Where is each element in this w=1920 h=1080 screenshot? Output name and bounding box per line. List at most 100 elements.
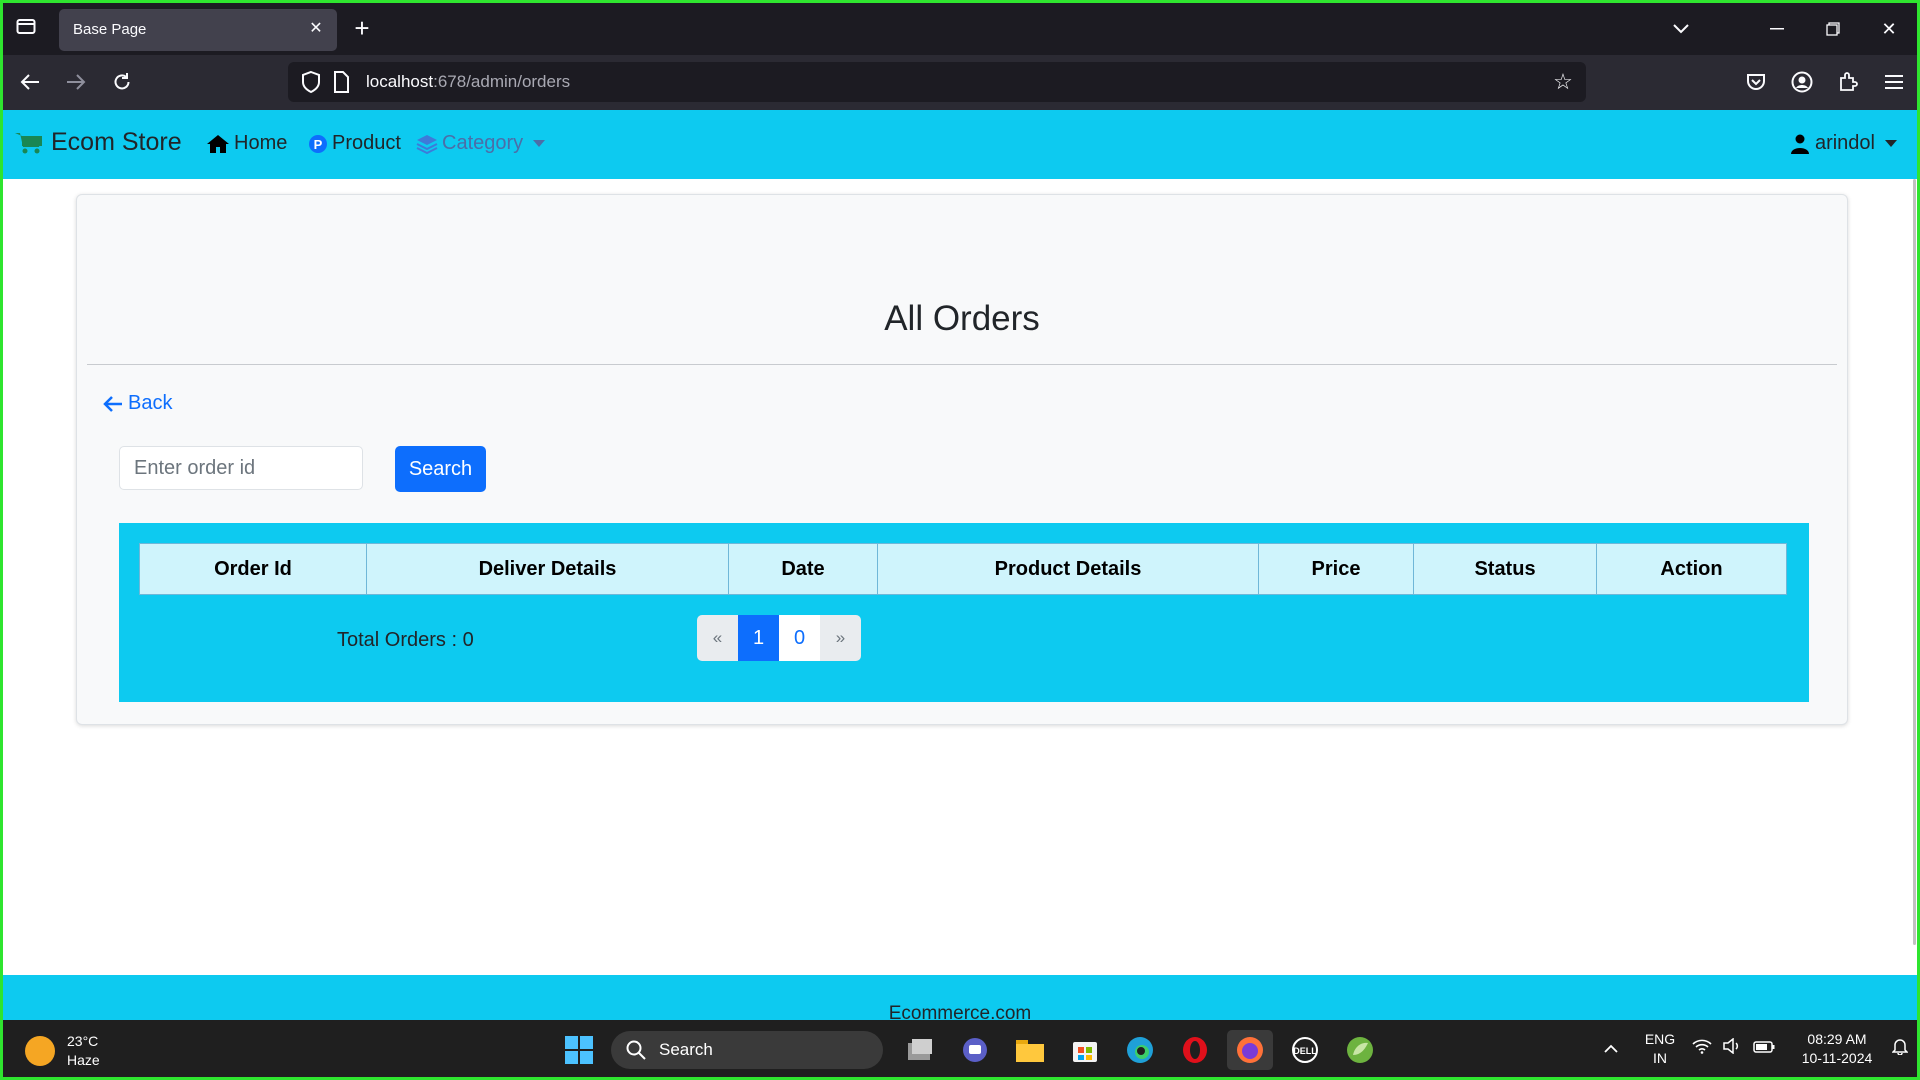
close-window-icon[interactable]: ✕	[1861, 3, 1917, 55]
extensions-icon[interactable]	[1825, 65, 1871, 99]
forward-arrow-icon[interactable]	[59, 65, 93, 99]
browser-toolbar: localhost:678/admin/orders ☆	[3, 55, 1917, 110]
layers-icon	[416, 134, 438, 154]
product-p-icon: P	[309, 134, 327, 153]
tab-list-icon[interactable]	[11, 15, 41, 43]
firefox-browser-icon[interactable]	[1227, 1030, 1273, 1070]
microsoft-store-icon[interactable]	[1062, 1030, 1108, 1070]
nav-home[interactable]: Home	[206, 132, 287, 155]
bookmark-star-icon[interactable]: ☆	[1550, 69, 1576, 95]
order-id-search-input[interactable]	[119, 446, 363, 490]
caret-down-icon	[1885, 140, 1897, 147]
svg-text:P: P	[314, 137, 323, 152]
col-status: Status	[1413, 543, 1597, 595]
date: 10-11-2024	[1801, 1049, 1873, 1066]
pagination-page[interactable]: 1	[738, 615, 779, 661]
reload-icon[interactable]	[105, 65, 139, 99]
close-tab-icon[interactable]: ✕	[305, 18, 327, 40]
taskbar-search-label: Search	[659, 1040, 713, 1059]
system-tray: ENG IN 08:29 AM 10-11-2024	[1589, 1020, 1917, 1077]
cart-icon	[15, 132, 42, 153]
menu-icon[interactable]	[1871, 65, 1917, 99]
nav-product-label: Product	[332, 132, 401, 154]
file-explorer-icon[interactable]	[1007, 1030, 1053, 1070]
spring-tool-icon[interactable]	[1337, 1030, 1383, 1070]
restore-icon[interactable]	[1805, 3, 1861, 55]
col-order-id: Order Id	[139, 543, 367, 595]
browser-tab-bar: Base Page ✕ + ✕	[3, 3, 1917, 55]
username: arindol	[1814, 132, 1875, 154]
taskbar-search[interactable]: Search	[611, 1031, 883, 1069]
window-controls: ✕	[1653, 3, 1917, 55]
table-header-row: Order Id Deliver Details Date Product De…	[139, 543, 1787, 595]
nav-home-label: Home	[234, 132, 288, 154]
notification-bell-icon[interactable]	[1883, 1037, 1917, 1060]
new-tab-icon[interactable]: +	[347, 15, 377, 43]
home-icon	[207, 134, 229, 153]
toolbar-right	[1733, 65, 1917, 99]
wifi-icon[interactable]	[1687, 1038, 1717, 1059]
opera-browser-icon[interactable]	[1172, 1030, 1218, 1070]
page-icon[interactable]	[332, 71, 350, 93]
haze-weather-icon	[25, 1036, 55, 1066]
orders-table-panel: Order Id Deliver Details Date Product De…	[119, 523, 1809, 702]
tray-overflow-icon[interactable]	[1589, 1039, 1633, 1058]
weather-widget[interactable]: 23°C Haze	[25, 1032, 100, 1070]
shield-icon[interactable]	[300, 70, 322, 94]
user-icon	[1790, 134, 1809, 154]
windows-start-icon[interactable]	[556, 1030, 602, 1070]
back-link[interactable]: Back	[103, 392, 172, 415]
pocket-icon[interactable]	[1733, 65, 1779, 99]
page-scrollbar[interactable]	[1913, 179, 1916, 945]
orders-card: All Orders Back Search Order Id Deliver …	[76, 194, 1848, 725]
pagination-page[interactable]: 0	[779, 615, 820, 661]
taskbar-apps: Search DELL	[556, 1030, 1392, 1070]
divider	[87, 364, 1837, 365]
teams-chat-icon[interactable]	[952, 1030, 998, 1070]
language-indicator[interactable]: ENG IN	[1633, 1030, 1687, 1068]
url-path: :678/admin/orders	[433, 72, 571, 91]
task-view-icon[interactable]	[897, 1030, 943, 1070]
brand-link[interactable]: Ecom Store	[15, 128, 182, 157]
dell-app-icon[interactable]: DELL	[1282, 1030, 1328, 1070]
site-navbar: Ecom Store Home P Product Category arind…	[3, 110, 1917, 179]
battery-icon[interactable]	[1747, 1039, 1781, 1058]
nav-product[interactable]: P Product	[308, 132, 401, 155]
pagination: « 1 0 »	[697, 615, 861, 661]
search-icon	[626, 1040, 646, 1060]
col-deliver-details: Deliver Details	[366, 543, 729, 595]
weather-condition: Haze	[67, 1052, 100, 1068]
nav-category-dropdown[interactable]: Category	[416, 132, 546, 155]
arrow-left-icon	[103, 395, 122, 412]
pagination-prev[interactable]: «	[697, 615, 738, 661]
minimize-icon[interactable]	[1749, 3, 1805, 55]
temperature: 23°C	[67, 1033, 99, 1049]
chevron-down-icon[interactable]	[1653, 3, 1709, 55]
orders-table: Order Id Deliver Details Date Product De…	[139, 543, 1787, 595]
back-label: Back	[128, 392, 173, 414]
screen: Base Page ✕ + ✕ localhost:678/admin/orde…	[3, 3, 1917, 1077]
pagination-next[interactable]: »	[820, 615, 861, 661]
col-date: Date	[728, 543, 878, 595]
url-host: localhost	[366, 72, 434, 91]
region: IN	[1653, 1049, 1667, 1066]
search-button[interactable]: Search	[395, 446, 486, 492]
account-icon[interactable]	[1779, 65, 1825, 99]
caret-down-icon	[533, 140, 546, 147]
total-orders: Total Orders : 0	[337, 629, 474, 651]
tab-title: Base Page	[73, 21, 147, 38]
time: 08:29 AM	[1807, 1030, 1867, 1047]
user-dropdown[interactable]: arindol	[1790, 132, 1897, 155]
language: ENG	[1644, 1030, 1676, 1047]
back-arrow-icon[interactable]	[13, 65, 47, 99]
col-price: Price	[1258, 543, 1414, 595]
edge-browser-icon[interactable]	[1117, 1030, 1163, 1070]
clock[interactable]: 08:29 AM 10-11-2024	[1791, 1030, 1883, 1068]
taskbar: 23°C Haze Search DELL ENG IN 08:29 AM 10…	[3, 1020, 1917, 1077]
volume-icon[interactable]	[1717, 1037, 1747, 1059]
url-text: localhost:678/admin/orders	[366, 72, 570, 92]
address-bar[interactable]: localhost:678/admin/orders ☆	[288, 62, 1586, 102]
browser-tab[interactable]: Base Page ✕	[59, 9, 337, 51]
nav-category-label: Category	[442, 132, 524, 154]
